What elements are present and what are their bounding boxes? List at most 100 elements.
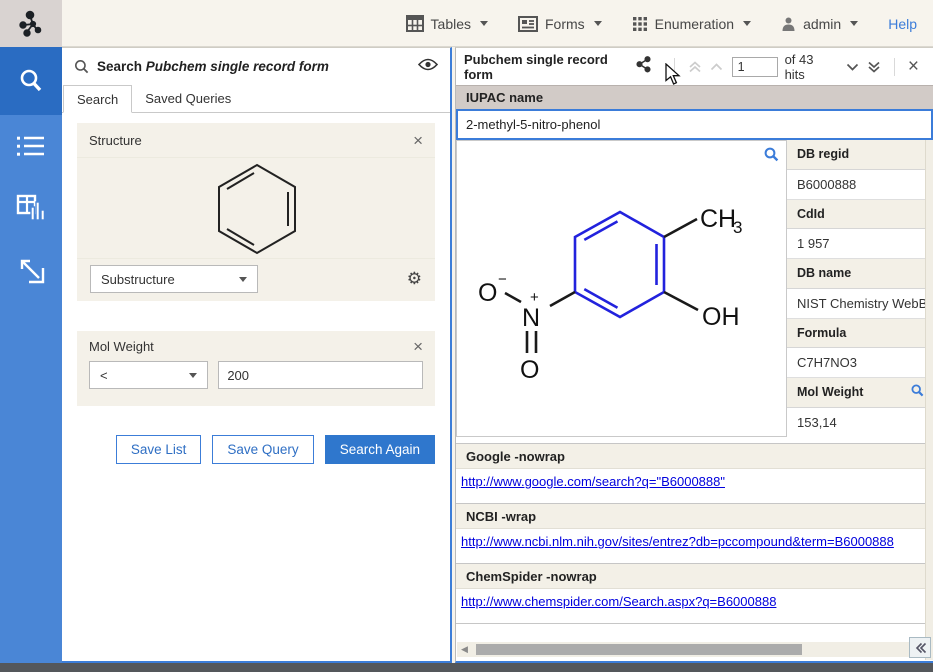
record-number-input[interactable] [732, 57, 778, 77]
link-section-ncbi: NCBI -wrap http://www.ncbi.nlm.nih.gov/s… [456, 503, 933, 563]
link-section-google: Google -nowrap http://www.google.com/sea… [456, 443, 933, 503]
share-icon[interactable] [636, 56, 651, 78]
atom-charge-minus: − [498, 271, 507, 288]
previous-record-button[interactable] [706, 63, 727, 71]
first-record-button[interactable] [684, 61, 706, 73]
grid-views-icon [16, 193, 46, 223]
chevron-down-icon [189, 373, 197, 378]
link-row-ncbi: http://www.ncbi.nlm.nih.gov/sites/entrez… [456, 529, 933, 563]
list-icon [16, 133, 46, 159]
sidebar-item-search[interactable] [0, 47, 62, 115]
chemspider-search-link[interactable]: http://www.chemspider.com/Search.aspx?q=… [461, 594, 776, 609]
horizontal-scrollbar[interactable]: ◀ [457, 642, 924, 657]
field-label-db-regid: DB regid [787, 140, 933, 170]
gear-icon[interactable]: ⚙ [407, 269, 422, 289]
window-bottom-strip [0, 663, 933, 672]
save-list-button[interactable]: Save List [116, 435, 202, 464]
search-title-prefix: Search [97, 59, 142, 74]
chevron-down-icon [594, 21, 602, 26]
atom-label-o-minus: O [478, 279, 497, 307]
atom-label-oh: OH [702, 303, 740, 331]
links-bottom-border [456, 623, 933, 624]
result-panel-title: Pubchem single record form [464, 52, 636, 82]
field-value-mol-weight[interactable]: 153,14 [787, 408, 933, 438]
molweight-condition-card: Mol Weight × < [77, 331, 435, 406]
molecule-2-methyl-5-nitro-phenol: CH 3 OH N + O − O [457, 141, 788, 438]
menu-enumeration-label: Enumeration [655, 16, 734, 32]
menu-enumeration[interactable]: Enumeration [632, 16, 751, 32]
next-record-button[interactable] [842, 63, 863, 71]
menu-tables[interactable]: Tables [406, 15, 488, 32]
molweight-value-input[interactable] [218, 361, 423, 389]
vertical-scrollbar[interactable] [925, 140, 933, 660]
magnify-field-icon[interactable] [911, 384, 924, 400]
structure-card-title: Structure [89, 133, 142, 148]
search-icon [74, 59, 89, 74]
expand-icon [17, 256, 45, 284]
app-logo[interactable] [0, 0, 62, 47]
close-icon[interactable]: × [413, 338, 423, 355]
divider [674, 58, 675, 76]
search-actions-row: Save List Save Query Search Again [77, 435, 435, 464]
field-value-formula[interactable]: C7H7NO3 [787, 348, 933, 378]
structure-card-header: Structure × [77, 123, 435, 157]
field-value-cdid[interactable]: 1 957 [787, 229, 933, 259]
collapse-panel-button[interactable] [909, 637, 931, 658]
atom-charge-plus: + [530, 289, 539, 306]
close-icon[interactable]: × [413, 132, 423, 149]
chevron-down-icon [480, 21, 488, 26]
search-again-button[interactable]: Search Again [325, 435, 435, 464]
molweight-controls-row: < [77, 361, 435, 389]
molweight-card-header: Mol Weight × [77, 331, 435, 361]
enumeration-icon [632, 16, 648, 32]
menu-admin[interactable]: admin [781, 16, 858, 32]
record-fields-column: DB regid B6000888 CdId 1 957 DB name NIS… [787, 140, 933, 437]
search-panel-title: Search Pubchem single record form [97, 59, 329, 74]
scroll-left-arrow[interactable]: ◀ [457, 644, 472, 655]
structure-condition-card: Structure × Substructure [77, 123, 435, 301]
tab-saved-queries[interactable]: Saved Queries [132, 85, 244, 112]
search-panel: Search Pubchem single record form Search… [62, 47, 452, 663]
link-section-chemspider: ChemSpider -nowrap http://www.chemspider… [456, 563, 933, 623]
iupac-name-header: IUPAC name [456, 85, 933, 109]
horizontal-scroll-thumb[interactable] [476, 644, 802, 655]
result-panel-header: Pubchem single record form of 43 hits [456, 48, 933, 85]
visibility-eye-icon[interactable] [418, 58, 438, 76]
divider [894, 58, 895, 76]
molweight-operator-select[interactable]: < [89, 361, 208, 389]
google-search-link[interactable]: http://www.google.com/search?q="B6000888… [461, 474, 725, 489]
field-value-db-regid[interactable]: B6000888 [787, 170, 933, 200]
close-panel-button[interactable]: × [904, 57, 923, 76]
ncbi-search-link[interactable]: http://www.ncbi.nlm.nih.gov/sites/entrez… [461, 534, 894, 549]
help-link[interactable]: Help [888, 16, 917, 32]
magnify-structure-icon[interactable] [764, 147, 779, 167]
chevron-down-icon [239, 277, 247, 282]
top-bar: Tables Forms Enumeration [0, 0, 933, 47]
menu-forms[interactable]: Forms [518, 16, 602, 32]
last-record-button[interactable] [863, 61, 885, 73]
link-row-chemspider: http://www.chemspider.com/Search.aspx?q=… [456, 589, 933, 623]
tab-search[interactable]: Search [63, 85, 132, 113]
iupac-name-field[interactable]: 2-methyl-5-nitro-phenol [456, 109, 933, 140]
search-title-form-name: Pubchem single record form [146, 59, 329, 74]
search-mode-select[interactable]: Substructure [90, 265, 258, 293]
sidebar-item-grid-views[interactable] [0, 177, 62, 239]
structure-card-footer: Substructure ⚙ [77, 259, 435, 299]
search-panel-content: Structure × Substructure [62, 123, 450, 464]
molweight-operator-value: < [100, 368, 108, 383]
tables-icon [406, 15, 424, 32]
field-label-formula: Formula [787, 319, 933, 349]
molecule-logo-icon [16, 8, 46, 40]
atom-label-ch-sub: 3 [733, 218, 742, 237]
sidebar-item-list[interactable] [0, 115, 62, 177]
save-query-button[interactable]: Save Query [212, 435, 313, 464]
record-main-grid: CH 3 OH N + O − O DB regid B6000888 CdId… [456, 140, 933, 437]
structure-display-cell[interactable]: CH 3 OH N + O − O [456, 140, 787, 437]
sidebar-item-expand[interactable] [0, 239, 62, 301]
hits-count-label: of 43 hits [785, 52, 836, 82]
structure-query-canvas[interactable] [77, 157, 435, 259]
link-header-google: Google -nowrap [456, 444, 933, 469]
result-panel: Pubchem single record form of 43 hits [455, 47, 933, 663]
field-value-db-name[interactable]: NIST Chemistry WebBo [787, 289, 933, 319]
top-menu-bar: Tables Forms Enumeration [406, 0, 933, 47]
